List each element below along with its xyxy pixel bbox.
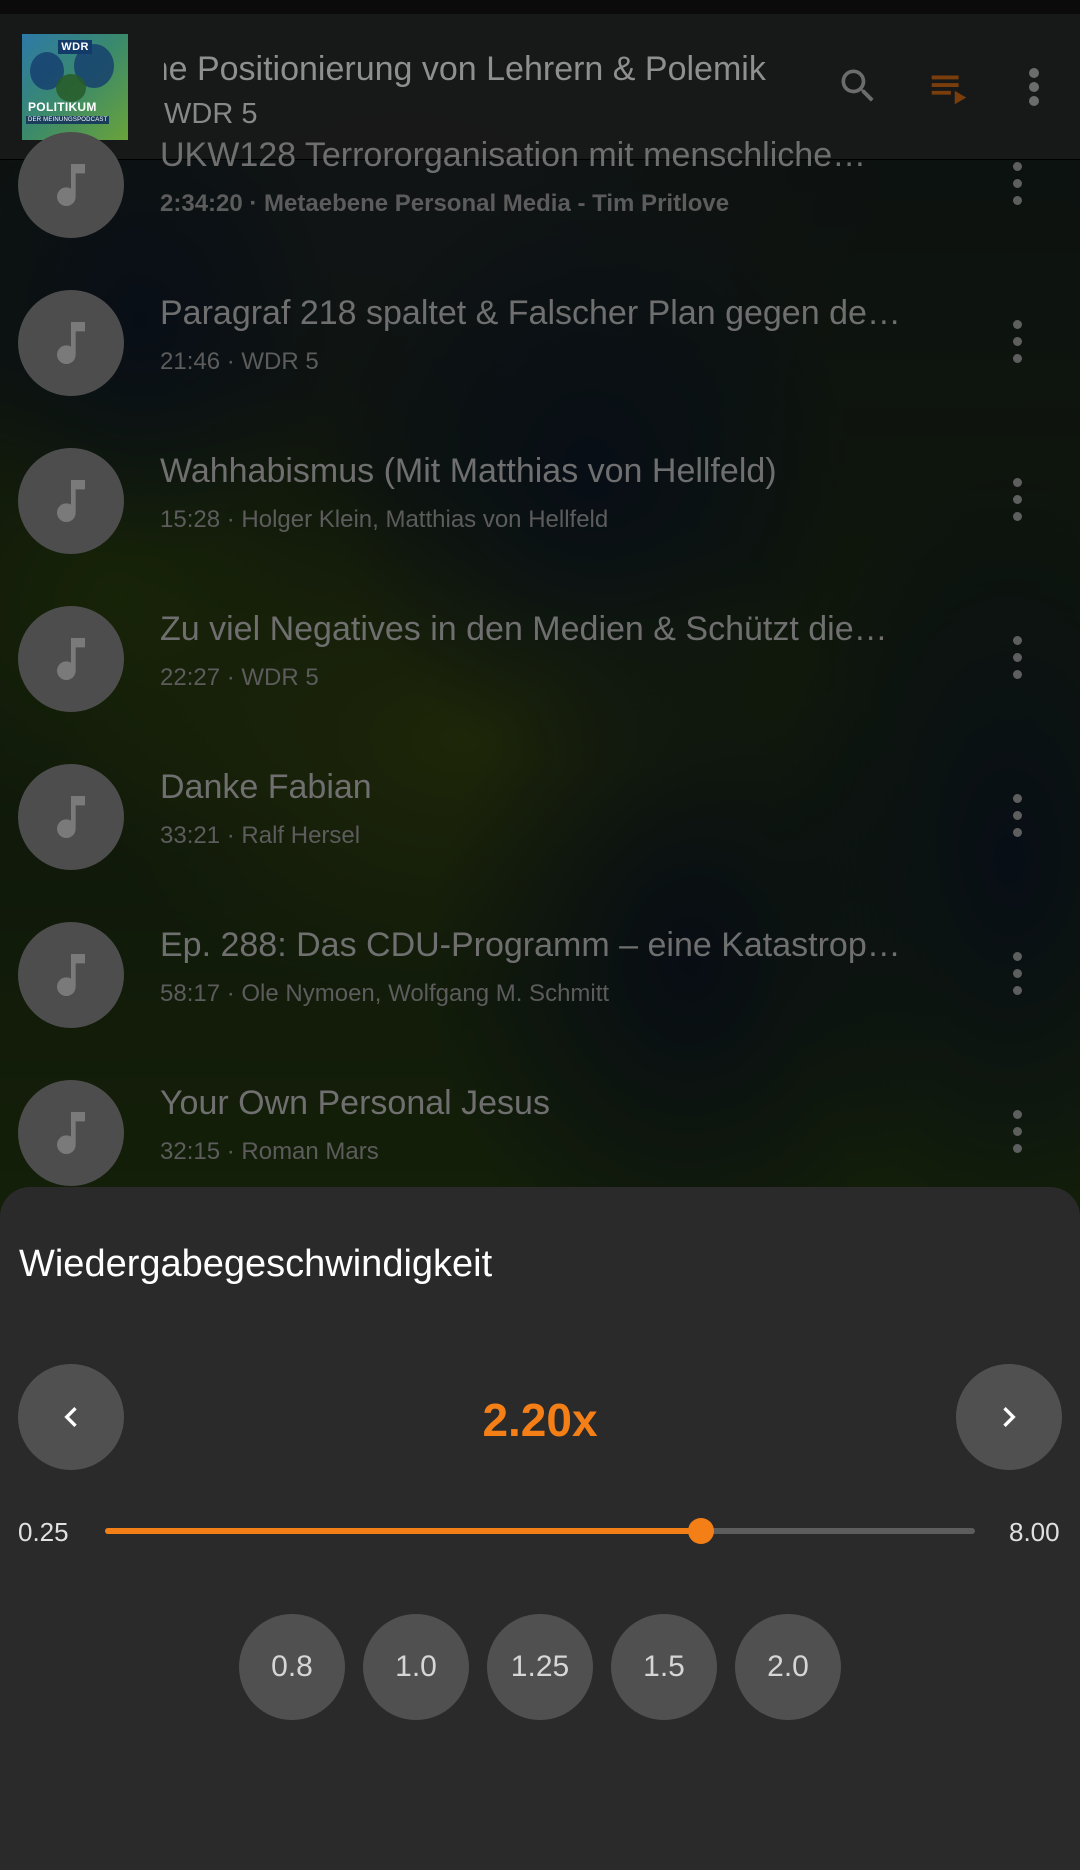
- preset-speed-button[interactable]: 1.0: [363, 1614, 469, 1720]
- more-vert-icon[interactable]: [1006, 318, 1030, 366]
- chevron-right-icon: [1003, 1407, 1016, 1427]
- episode-title: Danke Fabian: [160, 768, 372, 806]
- episode-meta: 15:28 · Holger Klein, Matthias von Hellf…: [160, 506, 609, 533]
- music-note-icon: [18, 922, 124, 1028]
- preset-speed-button[interactable]: 1.25: [487, 1614, 593, 1720]
- episode-title: Your Own Personal Jesus: [160, 1084, 550, 1122]
- episode-title: Zu viel Negatives in den Medien & Schütz…: [160, 610, 888, 648]
- episode-meta: 21:46 · WDR 5: [160, 348, 319, 375]
- episode-meta: 32:15 · Roman Mars: [160, 1138, 379, 1165]
- preset-speed-button[interactable]: 2.0: [735, 1614, 841, 1720]
- more-vert-icon[interactable]: [1006, 160, 1030, 208]
- playback-speed-sheet: Wiedergabegeschwindigkeit 2.20x 0.25 8.0…: [0, 1187, 1080, 1870]
- episode-title: UKW128 Terrororganisation mit menschlich…: [160, 136, 867, 174]
- playlist-play-icon[interactable]: [926, 64, 972, 110]
- speed-min-label: 0.25: [18, 1517, 69, 1547]
- preset-speed-button[interactable]: 0.8: [239, 1614, 345, 1720]
- current-speed: 2.20x: [482, 1394, 598, 1446]
- cover-brand: WDR: [58, 40, 92, 54]
- music-note-icon: [18, 448, 124, 554]
- speed-slider-thumb[interactable]: [687, 1518, 714, 1544]
- episode-title: Wahhabismus (Mit Matthias von Hellfeld): [160, 452, 777, 490]
- episode-title: Ep. 288: Das CDU-Programm – eine Katastr…: [160, 926, 901, 964]
- more-vert-icon[interactable]: [1006, 476, 1030, 524]
- now-playing-title-text: Politische Positionierung von Lehrern & …: [164, 50, 766, 88]
- list-item[interactable]: UKW128 Terrororganisation mit menschlich…: [0, 106, 1080, 264]
- increase-speed-button[interactable]: [956, 1364, 1062, 1470]
- episode-meta: 33:21 · Ralf Hersel: [160, 822, 361, 849]
- speed-max-label: 8.00: [1009, 1517, 1060, 1547]
- music-note-icon: [18, 606, 124, 712]
- episode-meta: 22:27 · WDR 5: [160, 664, 319, 691]
- speed-slider[interactable]: [105, 1518, 975, 1544]
- list-item[interactable]: Danke Fabian 33:21 · Ralf Hersel: [0, 738, 1080, 896]
- more-vert-icon[interactable]: [1006, 634, 1030, 682]
- music-note-icon: [18, 764, 124, 870]
- music-note-icon: [18, 1080, 124, 1186]
- now-playing-title[interactable]: Politische Positionierung von Lehrern & …: [164, 50, 812, 94]
- search-icon[interactable]: [836, 64, 880, 108]
- list-item[interactable]: Paragraf 218 spaltet & Falscher Plan geg…: [0, 264, 1080, 422]
- more-vert-icon[interactable]: [1022, 64, 1046, 110]
- episode-title: Paragraf 218 spaltet & Falscher Plan geg…: [160, 294, 901, 332]
- list-item[interactable]: Ep. 288: Das CDU-Programm – eine Katastr…: [0, 896, 1080, 1054]
- music-note-icon: [18, 290, 124, 396]
- preset-speed-button[interactable]: 1.5: [611, 1614, 717, 1720]
- more-vert-icon[interactable]: [1006, 792, 1030, 840]
- list-item[interactable]: Wahhabismus (Mit Matthias von Hellfeld) …: [0, 422, 1080, 580]
- episode-meta: 58:17 · Ole Nymoen, Wolfgang M. Schmitt: [160, 980, 610, 1007]
- more-vert-icon[interactable]: [1006, 950, 1030, 998]
- music-note-icon: [18, 132, 124, 238]
- speed-slider-fill: [105, 1528, 701, 1534]
- list-item[interactable]: Zu viel Negatives in den Medien & Schütz…: [0, 580, 1080, 738]
- status-bar: [0, 0, 1080, 14]
- sheet-title: Wiedergabegeschwindigkeit: [19, 1243, 493, 1285]
- episode-meta: 2:34:20 · Metaebene Personal Media - Tim…: [160, 190, 730, 217]
- more-vert-icon[interactable]: [1006, 1108, 1030, 1156]
- cover-bubble: [56, 74, 86, 102]
